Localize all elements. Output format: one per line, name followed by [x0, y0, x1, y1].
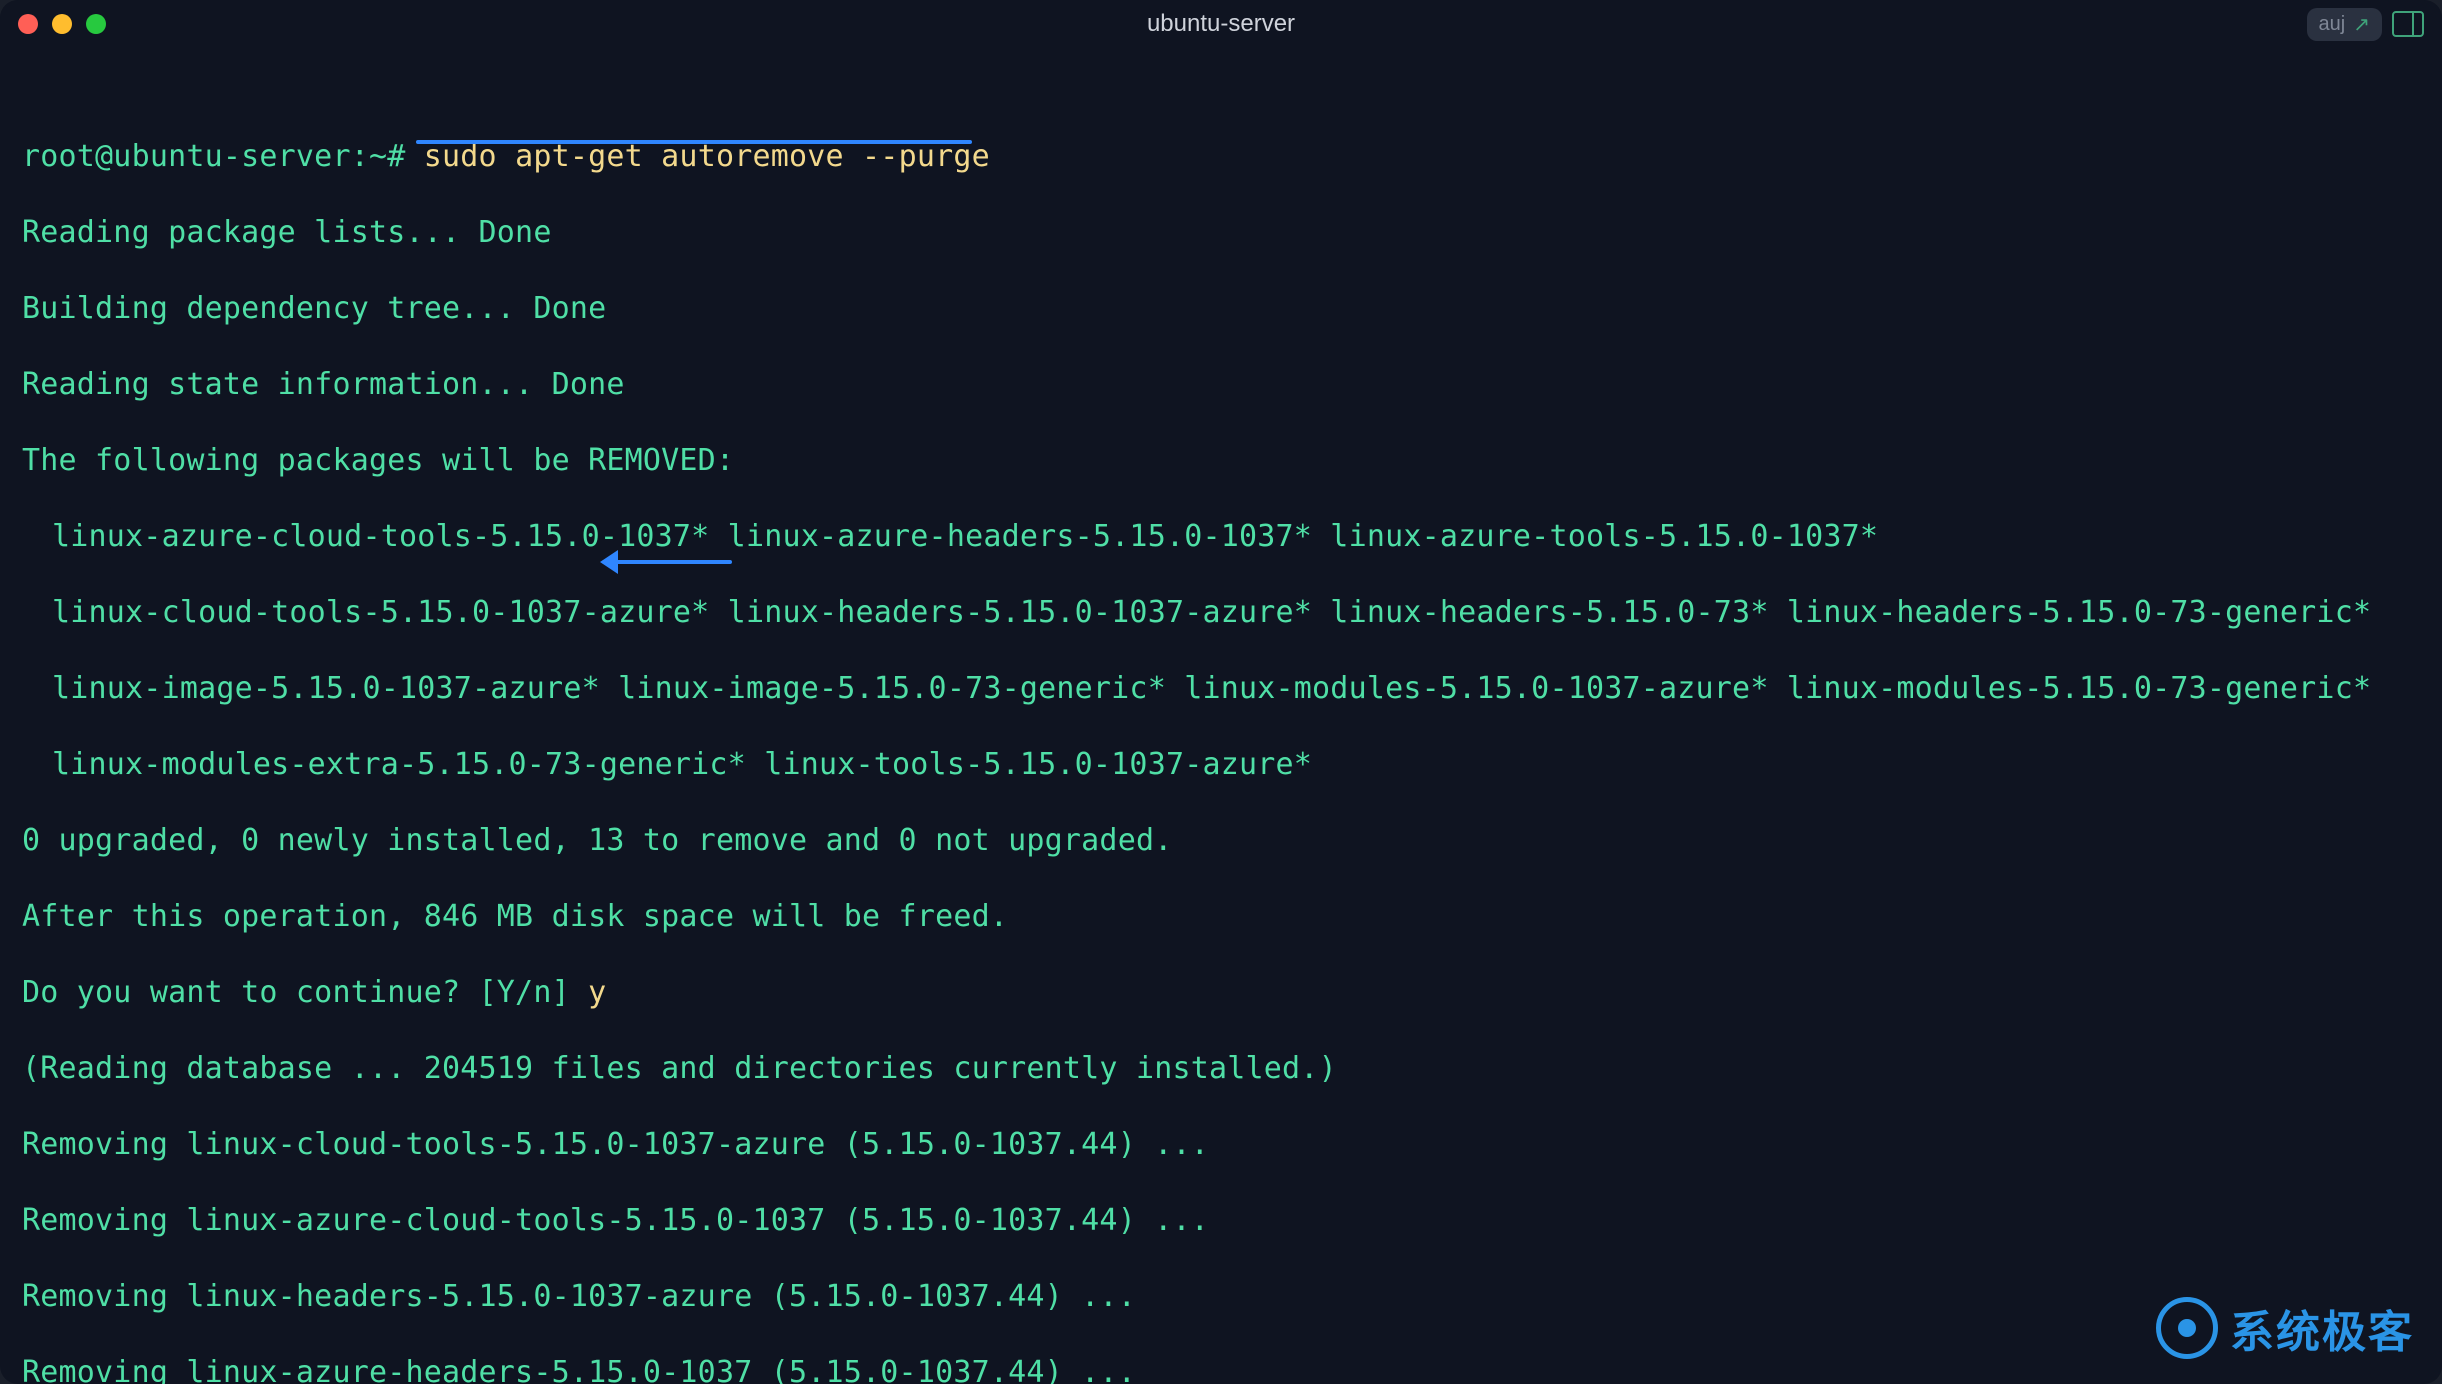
window-title: ubuntu-server — [0, 10, 2442, 38]
output-line: The following packages will be REMOVED: — [22, 442, 2420, 480]
output-line: Reading package lists... Done — [22, 214, 2420, 252]
command-underline-annotation — [416, 140, 972, 144]
output-line: linux-azure-cloud-tools-5.15.0-1037* lin… — [22, 518, 2420, 556]
profile-pill-label: auj — [2319, 13, 2346, 36]
output-line: linux-cloud-tools-5.15.0-1037-azure* lin… — [22, 594, 2420, 632]
split-pane-icon[interactable] — [2392, 11, 2424, 37]
prompt-line: root@ubuntu-server:~# sudo apt-get autor… — [22, 138, 2420, 176]
profile-pill[interactable]: auj ↗ — [2307, 8, 2382, 41]
terminal-window: ubuntu-server auj ↗ root@ubuntu-server:~… — [0, 0, 2442, 1384]
output-line: Reading state information... Done — [22, 366, 2420, 404]
output-line: Removing linux-azure-headers-5.15.0-1037… — [22, 1354, 2420, 1384]
maximize-button[interactable] — [86, 14, 106, 34]
output-line: Building dependency tree... Done — [22, 290, 2420, 328]
share-icon: ↗ — [2353, 12, 2370, 37]
minimize-button[interactable] — [52, 14, 72, 34]
close-button[interactable] — [18, 14, 38, 34]
continue-question: Do you want to continue? [Y/n] — [22, 975, 570, 1010]
terminal-body[interactable]: root@ubuntu-server:~# sudo apt-get autor… — [0, 48, 2442, 1384]
titlebar: ubuntu-server auj ↗ — [0, 0, 2442, 48]
output-line: linux-image-5.15.0-1037-azure* linux-ima… — [22, 670, 2420, 708]
output-line: Removing linux-headers-5.15.0-1037-azure… — [22, 1278, 2420, 1316]
output-line: 0 upgraded, 0 newly installed, 13 to rem… — [22, 822, 2420, 860]
continue-prompt-line: Do you want to continue? [Y/n] y — [22, 974, 2420, 1012]
output-line: Removing linux-cloud-tools-5.15.0-1037-a… — [22, 1126, 2420, 1164]
titlebar-actions: auj ↗ — [2307, 8, 2424, 41]
prompt-prefix: root@ubuntu-server:~# — [22, 139, 406, 174]
window-controls — [18, 14, 106, 34]
command-text: sudo apt-get autoremove --purge — [424, 139, 990, 174]
answer-arrow-annotation — [602, 560, 732, 564]
output-line: (Reading database ... 204519 files and d… — [22, 1050, 2420, 1088]
output-line: After this operation, 846 MB disk space … — [22, 898, 2420, 936]
output-line: Removing linux-azure-cloud-tools-5.15.0-… — [22, 1202, 2420, 1240]
output-line: linux-modules-extra-5.15.0-73-generic* l… — [22, 746, 2420, 784]
continue-answer: y — [588, 975, 606, 1010]
